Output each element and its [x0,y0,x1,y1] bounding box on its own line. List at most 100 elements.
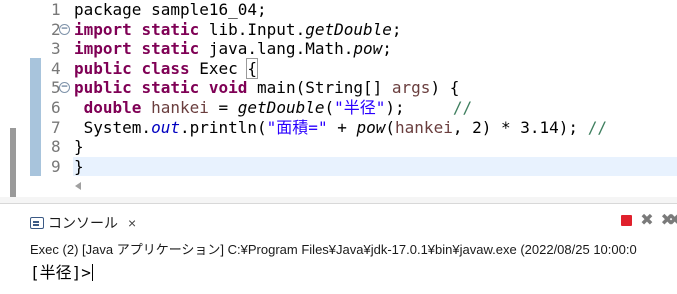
code-token-kw: static [141,78,200,98]
line-number: 5− [41,78,73,98]
line-number-ruler[interactable]: 1 2−3 4 5−6 7 8 9 [41,0,73,178]
vertical-scrollbar[interactable] [0,0,30,203]
code-token-var: hankei [395,117,453,137]
console-output[interactable]: [半径]> [30,262,670,284]
code-token-cm: // [587,117,607,137]
code-token-plain: ) { [430,78,460,98]
code-token-kw: static [141,39,200,59]
terminate-icon [620,214,632,226]
line-number: 6 [41,98,73,118]
tab-console[interactable]: コンソール × [30,212,136,234]
code-line[interactable]: double hankei = getDouble("半径"); // [73,98,677,118]
code-token-bracket: { [246,57,259,79]
line-number: 2− [41,20,73,40]
console-toolbar: ✖ ✖✖ [617,211,677,229]
code-token-it: getDouble [305,19,392,39]
code-token-plain: } [74,137,84,157]
vertical-scrollbar-thumb[interactable] [10,128,16,200]
code-token-plain: lib.Input. [199,19,306,39]
remove-launch-button[interactable]: ✖ [638,211,656,229]
line-number-text: 3 [51,39,61,59]
code-line[interactable]: import static lib.Input.getDouble; [73,20,677,40]
code-token-plain: main(String[] [247,78,392,98]
tab-close-icon[interactable]: × [128,215,136,231]
quick-diff-change-bar [30,58,41,176]
code-token-plain: Exec [189,58,248,78]
tab-console-label: コンソール [48,215,118,231]
code-editor[interactable]: 1 2−3 4 5−6 7 8 9 package sample16_04; import s… [0,0,677,203]
code-token-str: "面積=" [266,117,328,137]
code-token-plain: ; [391,19,402,39]
code-token-kw: static [141,19,200,39]
code-token-plain: } [74,156,84,176]
code-token-str: "半径" [334,97,386,117]
code-token-field: out [151,117,180,137]
code-token-var: hankei [151,97,209,117]
code-line[interactable]: } [73,137,677,157]
remove-all-terminated-button[interactable]: ✖✖ [659,211,677,229]
code-token-plain: , 2) * 3.14); [452,117,588,137]
line-number: 4 [41,59,73,79]
line-number-text: 8 [51,137,61,157]
code-token-kw: double [83,97,142,117]
terminate-button[interactable] [617,211,635,229]
code-token-plain: ; [382,39,392,59]
line-number: 7 [41,118,73,138]
code-token-plain: + [327,117,357,137]
code-token-it: pow [356,117,386,137]
code-token-plain: ( [385,117,396,137]
text-cursor [91,264,93,281]
console-tab-bar: コンソール × ✖ ✖✖ [0,204,677,238]
code-line[interactable]: } [73,156,677,177]
code-token-kw: void [208,78,248,98]
line-number: 1 [41,0,73,20]
code-token-plain: ( [324,97,335,117]
code-token-plain: package sample16_04; [74,0,267,19]
code-token-kw: public [74,78,132,98]
code-token-plain: = [208,97,238,117]
line-number-text: 7 [51,117,61,137]
code-token-plain: .println( [179,117,267,137]
line-number: 3 [41,39,73,59]
console-prompt-text: [半径]> [30,263,91,282]
code-token-kw: public [74,58,132,78]
code-line[interactable]: System.out.println("面積=" + pow(hankei, 2… [73,118,677,138]
fold-collapse-icon[interactable]: − [59,23,70,35]
code-token-it: pow [353,39,383,59]
horizontal-scrollbar[interactable] [73,178,677,194]
remove-launch-icon: ✖ [640,210,654,229]
remove-all-terminated-icon: ✖✖ [660,210,677,229]
code-token-kw: import [74,19,132,39]
scroll-left-icon[interactable] [75,182,81,190]
code-line[interactable]: public static void main(String[] args) { [73,78,677,98]
line-number: 8 [41,137,73,157]
code-text-area[interactable]: package sample16_04; import static lib.In… [73,0,677,178]
code-token-kw: import [74,39,132,59]
console-process-label: Exec (2) [Java アプリケーション] C:¥Program File… [30,242,637,257]
fold-collapse-icon[interactable]: − [59,82,70,94]
code-token-cm: // [452,97,473,117]
code-token-it: getDouble [237,97,325,117]
code-line[interactable]: public class Exec { [73,57,677,79]
console-icon [30,217,44,229]
code-token-plain: java.lang.Math. [199,39,354,59]
line-number: 9 [41,157,73,177]
line-number-text: 6 [51,97,61,117]
code-token-kw: class [141,58,190,78]
line-number-text: 1 [51,0,61,19]
line-number-text: 9 [51,156,61,176]
code-line[interactable]: import static java.lang.Math.pow; [73,39,677,59]
code-token-plain: System. [74,117,152,137]
code-token-var: args [391,78,431,98]
line-number-text: 4 [51,58,61,78]
code-token-plain: ); [385,97,453,117]
console-view: コンソール × ✖ ✖✖ Exec (2) [Java アプリケーション] C:… [0,203,677,294]
code-line[interactable]: package sample16_04; [73,0,677,20]
